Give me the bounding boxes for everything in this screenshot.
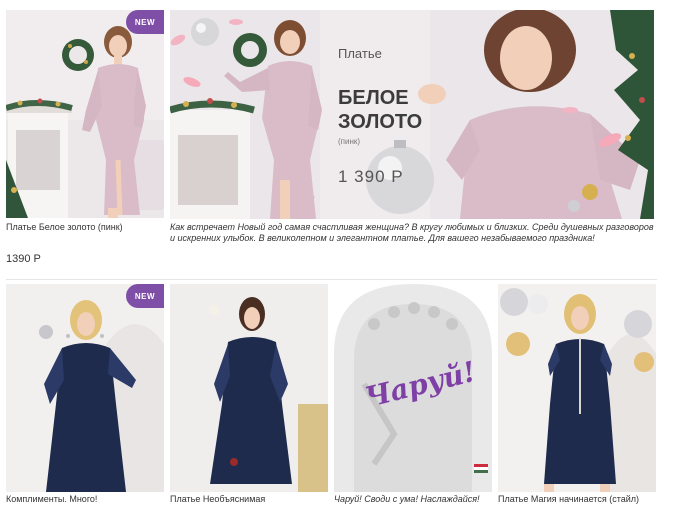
product-title[interactable]: Платье Белое золото (пинк) [6,222,164,233]
promo-caption[interactable]: Чаруй! Своди с ума! Наслаждайся! [334,494,492,505]
banner-title-small: Платье [338,46,382,61]
product-photo-navy-dress-balloons [498,284,656,492]
promo-image[interactable]: Чаруй! [334,284,492,492]
product-title[interactable]: Платье Магия начинается (стайл) [498,494,656,505]
product-title[interactable]: Комплименты. Много! [6,494,164,505]
banner-subtitle: (пинк) [338,137,361,146]
promo-card-charui[interactable]: Чаруй! Чаруй! Своди с ума! Наслаждайся! [334,284,492,511]
product-photo-navy-dress-lace-sleeves [6,284,164,492]
banner-price: 1 390 Р [338,167,404,186]
product-image[interactable] [170,284,328,492]
banner-image[interactable]: Платье БЕЛОЕ ЗОЛОТО (пинк) 1 390 Р [170,10,654,219]
product-photo-navy-dress [170,284,328,492]
language-flag-icon[interactable] [474,464,488,473]
product-title[interactable]: Платье Необъяснимая [170,494,328,505]
banner-description: Как встречает Новый год самая счастливая… [170,222,654,243]
product-photo-pink-dress [6,10,164,218]
product-card-neobyasnimaya[interactable]: Платье Необъяснимая [170,284,328,511]
banner-title-line1: БЕЛОЕ [338,87,409,109]
product-card-komplimenty[interactable]: NEW Комплименты. Много! [6,284,164,511]
product-card-beloe-zoloto[interactable]: NEW Платье Белое золото (пинк) [6,10,164,248]
product-image[interactable] [498,284,656,492]
product-card-magiya[interactable]: Платье Магия начинается (стайл) [498,284,656,511]
banner-beloe-zoloto[interactable]: Платье БЕЛОЕ ЗОЛОТО (пинк) 1 390 Р Как в… [170,10,654,250]
banner-title-line2: ЗОЛОТО [338,111,423,133]
row-divider [6,279,657,280]
new-badge: NEW [126,10,164,34]
new-badge: NEW [126,284,164,308]
product-image[interactable]: NEW [6,10,164,218]
product-image[interactable]: NEW [6,284,164,492]
product-price: 1390 Р [6,253,41,265]
